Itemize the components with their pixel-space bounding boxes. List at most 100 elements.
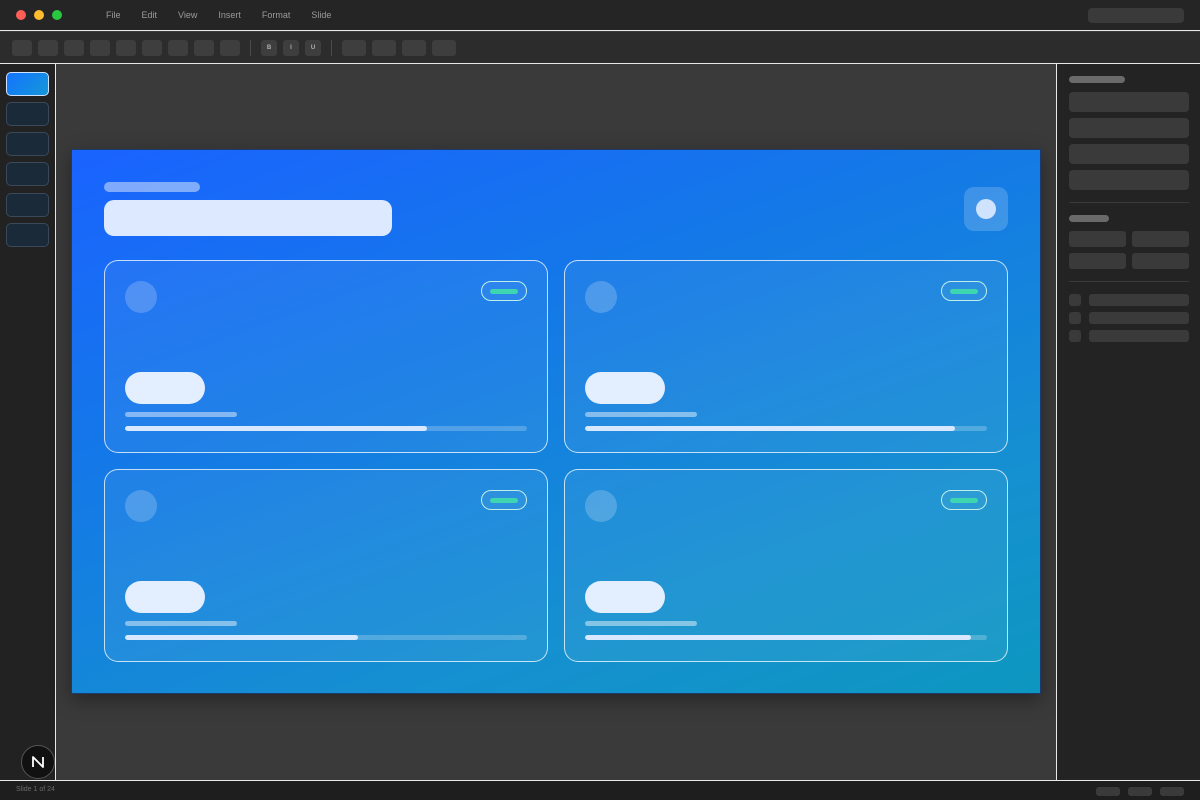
menu-file[interactable]: File	[106, 10, 121, 20]
toolbar-button[interactable]	[90, 40, 110, 56]
toolbar-button[interactable]	[38, 40, 58, 56]
toolbar-button[interactable]	[142, 40, 162, 56]
progress-fill	[585, 635, 971, 640]
menu-bar: File Edit View Insert Format Slide	[106, 10, 352, 20]
toolbar-button[interactable]	[64, 40, 84, 56]
slide-thumbnails-rail	[0, 64, 56, 780]
property-field[interactable]	[1069, 170, 1189, 190]
property-field[interactable]	[1069, 231, 1126, 247]
property-field[interactable]	[1069, 92, 1189, 112]
zoom-window-button[interactable]	[52, 10, 62, 20]
metric-card[interactable]	[104, 469, 548, 662]
property-field[interactable]	[1069, 144, 1189, 164]
status-chip	[481, 281, 527, 301]
status-chip-bar	[490, 289, 518, 294]
toolbar-button[interactable]	[372, 40, 396, 56]
property-field[interactable]	[1069, 118, 1189, 138]
menu-view[interactable]: View	[178, 10, 197, 20]
card-label-placeholder	[125, 412, 237, 417]
status-chip-bar	[490, 498, 518, 503]
progress-fill	[585, 426, 955, 431]
card-label-placeholder	[585, 412, 697, 417]
properties-panel	[1056, 64, 1200, 780]
bold-button[interactable]: B	[261, 40, 277, 56]
badge-dot-icon	[976, 199, 996, 219]
slide-kicker-placeholder	[104, 182, 200, 192]
n-logo-icon[interactable]	[21, 745, 55, 779]
panel-section-heading	[1069, 76, 1125, 83]
statusbar-button[interactable]	[1160, 787, 1184, 796]
progress-fill	[125, 635, 359, 640]
slide-title-placeholder[interactable]	[104, 200, 392, 236]
status-chip-bar	[950, 498, 978, 503]
panel-divider	[1069, 281, 1189, 282]
property-field[interactable]	[1069, 253, 1126, 269]
toolbar-button[interactable]	[402, 40, 426, 56]
status-chip-bar	[950, 289, 978, 294]
option-label-placeholder	[1089, 294, 1189, 306]
status-chip	[941, 281, 987, 301]
card-label-placeholder	[585, 621, 697, 626]
toolbar-button[interactable]	[12, 40, 32, 56]
card-icon	[585, 281, 617, 313]
metric-card[interactable]	[564, 469, 1008, 662]
slide-canvas[interactable]	[71, 149, 1041, 694]
slide-badge	[964, 187, 1008, 231]
slide-thumbnail[interactable]	[6, 223, 49, 247]
metric-card[interactable]	[564, 260, 1008, 453]
status-chip	[481, 490, 527, 510]
option-label-placeholder	[1089, 312, 1189, 324]
status-bar: Slide 1 of 24	[0, 780, 1200, 800]
option-checkbox[interactable]	[1069, 312, 1081, 324]
window-controls	[16, 10, 62, 20]
title-bar: File Edit View Insert Format Slide	[0, 0, 1200, 31]
slide-thumbnail[interactable]	[6, 162, 49, 186]
italic-button[interactable]: I	[283, 40, 299, 56]
property-field[interactable]	[1132, 253, 1189, 269]
search-input[interactable]	[1088, 8, 1184, 23]
statusbar-button[interactable]	[1128, 787, 1152, 796]
presentation-app: File Edit View Insert Format Slide B I U	[0, 0, 1200, 800]
underline-button[interactable]: U	[305, 40, 321, 56]
progress-fill	[125, 426, 427, 431]
card-icon	[125, 490, 157, 522]
statusbar-button[interactable]	[1096, 787, 1120, 796]
progress-track	[585, 635, 987, 640]
slide-thumbnail-active[interactable]	[6, 72, 49, 96]
close-window-button[interactable]	[16, 10, 26, 20]
property-field[interactable]	[1132, 231, 1189, 247]
slide-thumbnail[interactable]	[6, 102, 49, 126]
menu-insert[interactable]: Insert	[218, 10, 241, 20]
minimize-window-button[interactable]	[34, 10, 44, 20]
toolbar-button[interactable]	[116, 40, 136, 56]
toolbar-separator	[331, 40, 332, 56]
progress-track	[585, 426, 987, 431]
toolbar-button[interactable]	[194, 40, 214, 56]
progress-track	[125, 635, 527, 640]
menu-slide[interactable]: Slide	[311, 10, 331, 20]
metric-card[interactable]	[104, 260, 548, 453]
menu-edit[interactable]: Edit	[142, 10, 158, 20]
card-value-placeholder	[125, 372, 205, 404]
slide-count-text: Slide 1 of 24	[16, 786, 55, 793]
slide-thumbnail[interactable]	[6, 193, 49, 217]
panel-section-heading	[1069, 215, 1109, 222]
toolbar-button[interactable]	[220, 40, 240, 56]
toolbar-button[interactable]	[168, 40, 188, 56]
option-checkbox[interactable]	[1069, 294, 1081, 306]
card-label-placeholder	[125, 621, 237, 626]
toolbar-button[interactable]	[342, 40, 366, 56]
toolbar-separator	[250, 40, 251, 56]
card-value-placeholder	[125, 581, 205, 613]
status-chip	[941, 490, 987, 510]
card-icon	[125, 281, 157, 313]
card-icon	[585, 490, 617, 522]
card-value-placeholder	[585, 581, 665, 613]
option-label-placeholder	[1089, 330, 1189, 342]
menu-format[interactable]: Format	[262, 10, 291, 20]
panel-divider	[1069, 202, 1189, 203]
slide-thumbnail[interactable]	[6, 132, 49, 156]
toolbar-button[interactable]	[432, 40, 456, 56]
option-checkbox[interactable]	[1069, 330, 1081, 342]
toolbar: B I U	[0, 32, 1200, 64]
